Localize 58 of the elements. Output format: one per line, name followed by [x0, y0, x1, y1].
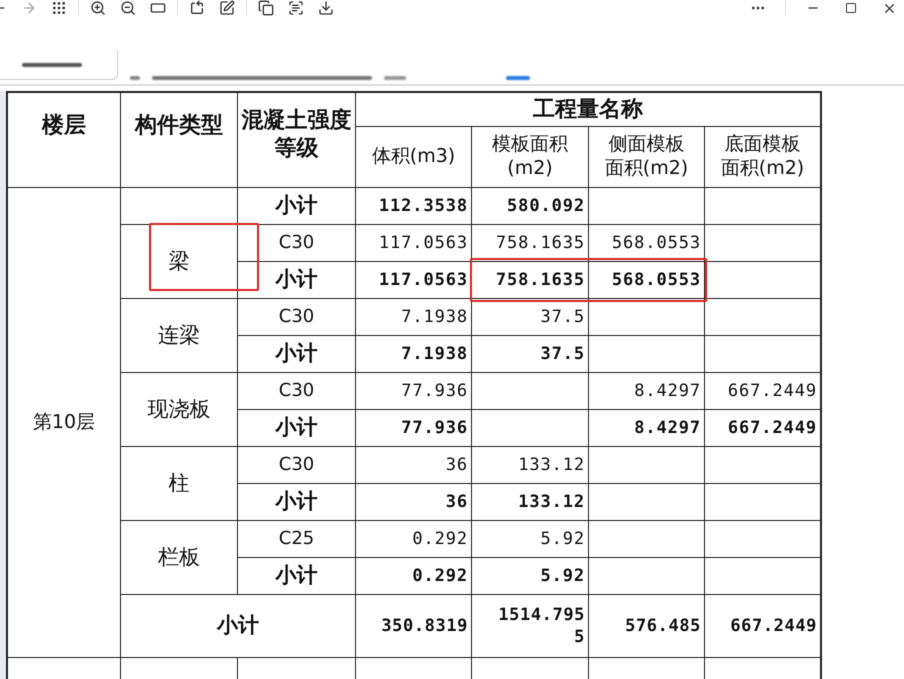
table-cell: 小计 [120, 594, 356, 658]
table-cell: 7.1938 [356, 336, 472, 372]
table-cell: 现浇板 [120, 372, 238, 446]
table-cell: 8.4297 [588, 410, 704, 446]
table-header: 构件类型 [120, 92, 238, 188]
table-cell: 77.936 [356, 410, 472, 446]
table-cell: 758.1635 [472, 224, 588, 262]
table-header: 体积(m3) [356, 126, 472, 188]
edit-icon[interactable] [218, 0, 236, 17]
table-cell: 133.12 [472, 446, 588, 484]
zoom-out-icon[interactable] [119, 0, 137, 17]
download-icon[interactable] [317, 0, 335, 17]
table-cell: 小计 [238, 262, 356, 298]
table-cell: 576.485 [588, 594, 704, 658]
table-cell: 133.12 [472, 484, 588, 520]
rotate-icon[interactable] [188, 0, 206, 17]
table-cell: 小计 [238, 558, 356, 594]
scan-text-icon[interactable] [287, 0, 305, 17]
tab-icon [130, 76, 140, 80]
table-cell: 小计 [238, 336, 356, 372]
table-cell: 5.92 [472, 558, 588, 594]
table-cell: C30 [238, 446, 356, 484]
table-cell: 112.3538 [356, 188, 472, 224]
browser-tab[interactable] [0, 50, 118, 80]
blurred-text-drawing [506, 76, 530, 80]
table-cell: C30 [238, 372, 356, 410]
table-cell: 0.292 [356, 558, 472, 594]
table-header: 模板面积(m2) [472, 126, 588, 188]
table-cell: 36 [356, 446, 472, 484]
table-cell: C30 [238, 298, 356, 336]
table-cell: 580.092 [472, 188, 588, 224]
blurred-text-drawing [22, 62, 82, 66]
grid-icon[interactable] [50, 0, 68, 17]
table-cell: 568.0553 [588, 224, 704, 262]
table-cell: 连梁 [120, 298, 238, 372]
table-cell: 117.0563 [356, 224, 472, 262]
table-cell: 37.5 [472, 298, 588, 336]
table-cell: 0.292 [356, 520, 472, 558]
table-cell: 350.8319 [356, 594, 472, 658]
table-cell: 36 [356, 484, 472, 520]
table-cell: 8.4297 [588, 372, 704, 410]
table-header: 侧面模板面积(m2) [588, 126, 704, 188]
table-header: 混凝土强度等级 [238, 92, 356, 188]
table-cell: 1514.7955 [472, 594, 588, 658]
table-cell: 77.936 [356, 372, 472, 410]
table-cell: 第10层 [7, 188, 120, 658]
table-cell: C30 [238, 224, 356, 262]
table-cell: 柱 [120, 446, 238, 520]
table-cell: 5.92 [472, 520, 588, 558]
copy-icon[interactable] [257, 0, 275, 17]
table-header: 楼层 [7, 92, 120, 188]
table-cell: 37.5 [472, 336, 588, 372]
table-cell: 小计 [238, 410, 356, 446]
blurred-text-drawing [384, 76, 406, 80]
table-cell: C25 [238, 520, 356, 558]
table-cell: 栏板 [120, 520, 238, 594]
zoom-in-icon[interactable] [89, 0, 107, 17]
table-cell: 小计 [238, 484, 356, 520]
